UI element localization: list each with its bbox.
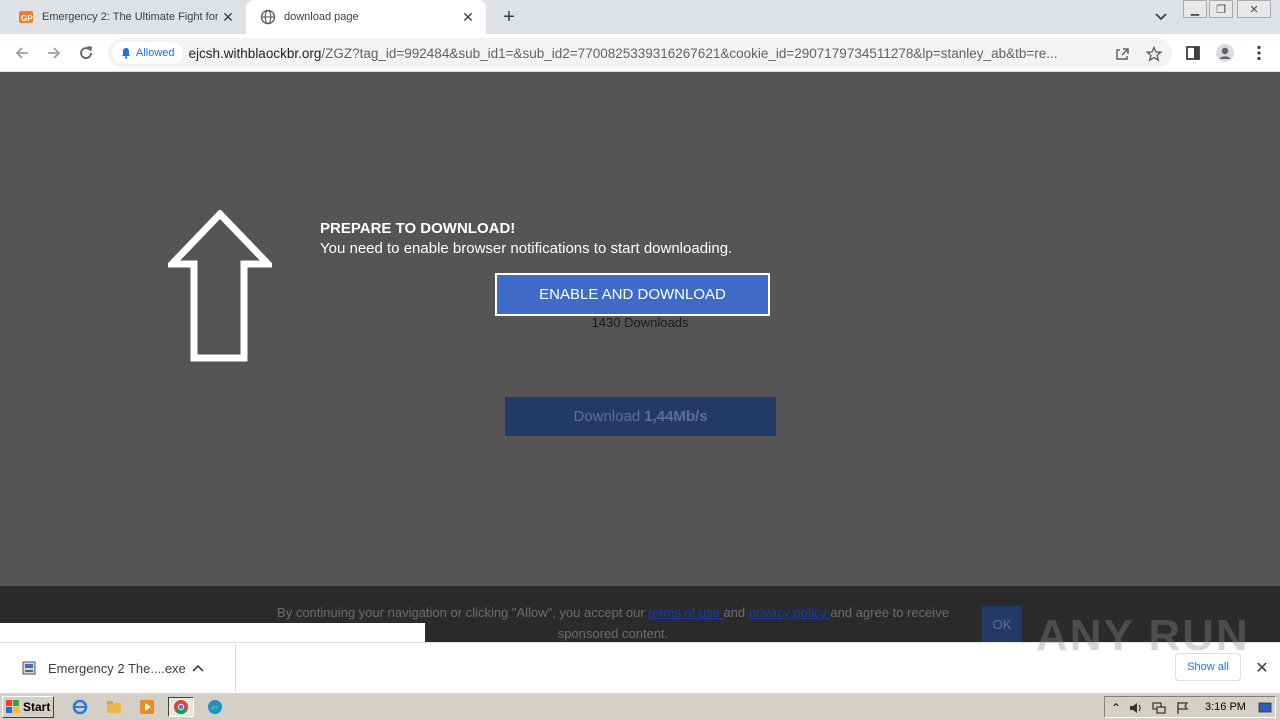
download-file-name: Emergency 2 The....exe bbox=[48, 660, 186, 676]
action-center-flag-icon[interactable] bbox=[1175, 700, 1191, 716]
svg-text:GP: GP bbox=[21, 14, 33, 23]
tab-emergency[interactable]: GP Emergency 2: The Ultimate Fight for ✕ bbox=[8, 0, 246, 34]
tab-title: Emergency 2: The Ultimate Fight for bbox=[42, 11, 218, 23]
start-button[interactable]: Start bbox=[2, 696, 54, 718]
volume-icon[interactable] bbox=[1128, 700, 1144, 716]
close-tab-icon[interactable]: ✕ bbox=[458, 7, 478, 27]
close-shelf-icon[interactable]: ✕ bbox=[1252, 658, 1272, 678]
file-explorer-icon[interactable] bbox=[104, 697, 124, 717]
restore-button[interactable]: ❐ bbox=[1209, 0, 1233, 18]
windows-taskbar: Start ⌃ 3:16 PM bbox=[0, 692, 1280, 720]
cookie-ok-button[interactable]: OK bbox=[982, 606, 1022, 642]
show-desktop-icon[interactable] bbox=[1257, 700, 1273, 716]
clock: 3:16 PM bbox=[1205, 701, 1246, 713]
forward-icon[interactable] bbox=[42, 41, 66, 65]
close-tab-icon[interactable]: ✕ bbox=[218, 7, 238, 27]
edge-icon[interactable] bbox=[205, 697, 225, 717]
profile-avatar-icon[interactable] bbox=[1214, 42, 1236, 64]
page-subheading: You need to enable browser notifications… bbox=[320, 240, 733, 257]
bookmark-star-icon[interactable] bbox=[1145, 45, 1163, 63]
download-label: Download bbox=[573, 408, 641, 425]
download-speed-button[interactable]: Download 1,44Mb/s bbox=[505, 397, 776, 436]
tab-strip: GP Emergency 2: The Ultimate Fight for ✕… bbox=[0, 0, 1280, 34]
globe-icon bbox=[260, 9, 276, 25]
share-icon[interactable] bbox=[1113, 45, 1131, 63]
system-tray: ⌃ 3:16 PM bbox=[1104, 696, 1276, 718]
reload-icon[interactable] bbox=[74, 41, 98, 65]
download-speed-value: 1,44Mb/s bbox=[644, 408, 708, 425]
tab-search-icon[interactable] bbox=[1150, 7, 1172, 27]
downloads-count: 1430 Downloads bbox=[591, 315, 689, 330]
menu-kebab-icon[interactable] bbox=[1248, 42, 1270, 64]
show-all-button[interactable]: Show all bbox=[1175, 653, 1241, 681]
start-label: Start bbox=[23, 700, 51, 714]
close-window-button[interactable]: ✕ bbox=[1237, 0, 1271, 18]
browser-toolbar: Allowed ejcsh.withblaockbr.org/ZGZ?tag_i… bbox=[0, 34, 1280, 72]
internet-explorer-icon[interactable] bbox=[70, 697, 90, 717]
minimize-button[interactable]: ▁ bbox=[1183, 0, 1207, 18]
page-content: PREPARE TO DOWNLOAD! You need to enable … bbox=[0, 72, 1280, 586]
privacy-policy-link[interactable]: privacy policy bbox=[749, 605, 831, 620]
page-heading: PREPARE TO DOWNLOAD! bbox=[320, 220, 516, 237]
url-text[interactable]: ejcsh.withblaockbr.org/ZGZ?tag_id=992484… bbox=[189, 46, 1089, 61]
download-shelf: Emergency 2 The....exe ANY RUN Show all … bbox=[0, 611, 1280, 693]
up-arrow-icon bbox=[168, 210, 272, 362]
new-tab-button[interactable]: + bbox=[498, 6, 520, 28]
notification-permission-chip[interactable]: Allowed bbox=[112, 42, 183, 64]
back-icon[interactable] bbox=[10, 41, 34, 65]
overlay-patch bbox=[0, 623, 425, 642]
cookie-text-and: and bbox=[723, 605, 749, 620]
tab-download-page[interactable]: download page ✕ bbox=[246, 0, 486, 34]
cookie-text-before: By continuing your navigation or clickin… bbox=[277, 605, 649, 620]
permission-label: Allowed bbox=[136, 47, 175, 59]
chrome-icon[interactable] bbox=[168, 697, 194, 717]
address-bar[interactable]: Allowed ejcsh.withblaockbr.org/ZGZ?tag_i… bbox=[108, 38, 1172, 68]
network-icon[interactable] bbox=[1151, 700, 1167, 716]
terms-of-use-link[interactable]: terms of use bbox=[648, 605, 723, 620]
tab-title: download page bbox=[284, 11, 359, 23]
prepare-message: PREPARE TO DOWNLOAD! You need to enable … bbox=[320, 220, 732, 257]
bell-icon bbox=[122, 48, 130, 59]
installer-file-icon bbox=[22, 661, 36, 675]
url-host: ejcsh.withblaockbr.org bbox=[188, 45, 322, 61]
tray-expand-icon[interactable]: ⌃ bbox=[1108, 700, 1124, 716]
url-path: /ZGZ?tag_id=992484&sub_id1=&sub_id2=7700… bbox=[321, 45, 1058, 61]
media-player-icon[interactable] bbox=[137, 697, 157, 717]
chevron-up-icon[interactable] bbox=[188, 658, 208, 678]
windows-logo-icon bbox=[6, 700, 19, 713]
enable-and-download-button[interactable]: ENABLE AND DOWNLOAD bbox=[495, 273, 770, 316]
gp-favicon: GP bbox=[19, 11, 33, 23]
download-item[interactable]: Emergency 2 The....exe bbox=[0, 643, 236, 693]
side-panel-icon[interactable] bbox=[1182, 42, 1204, 64]
